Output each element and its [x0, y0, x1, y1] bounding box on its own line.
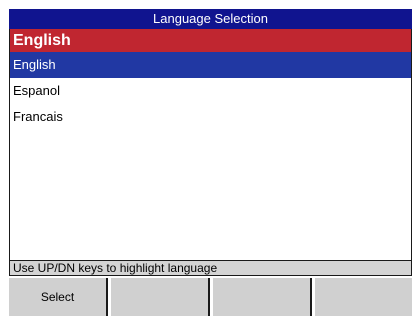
- softkey-3-button[interactable]: [213, 278, 312, 316]
- softkey-4-button[interactable]: [315, 278, 412, 316]
- language-selection-screen: Language Selection English English Espan…: [9, 9, 412, 316]
- window-title: Language Selection: [9, 9, 412, 29]
- softkey-select-button[interactable]: Select: [9, 278, 108, 316]
- status-hint: Use UP/DN keys to highlight language: [9, 260, 412, 276]
- softkey-2-button[interactable]: [111, 278, 210, 316]
- language-list: English Espanol Francais: [10, 52, 411, 130]
- language-item-english[interactable]: English: [10, 52, 411, 78]
- language-panel: English English Espanol Francais: [9, 29, 412, 262]
- language-item-espanol[interactable]: Espanol: [10, 78, 411, 104]
- current-language-header: English: [10, 29, 411, 52]
- softkey-bar: Select: [9, 278, 412, 316]
- language-item-francais[interactable]: Francais: [10, 104, 411, 130]
